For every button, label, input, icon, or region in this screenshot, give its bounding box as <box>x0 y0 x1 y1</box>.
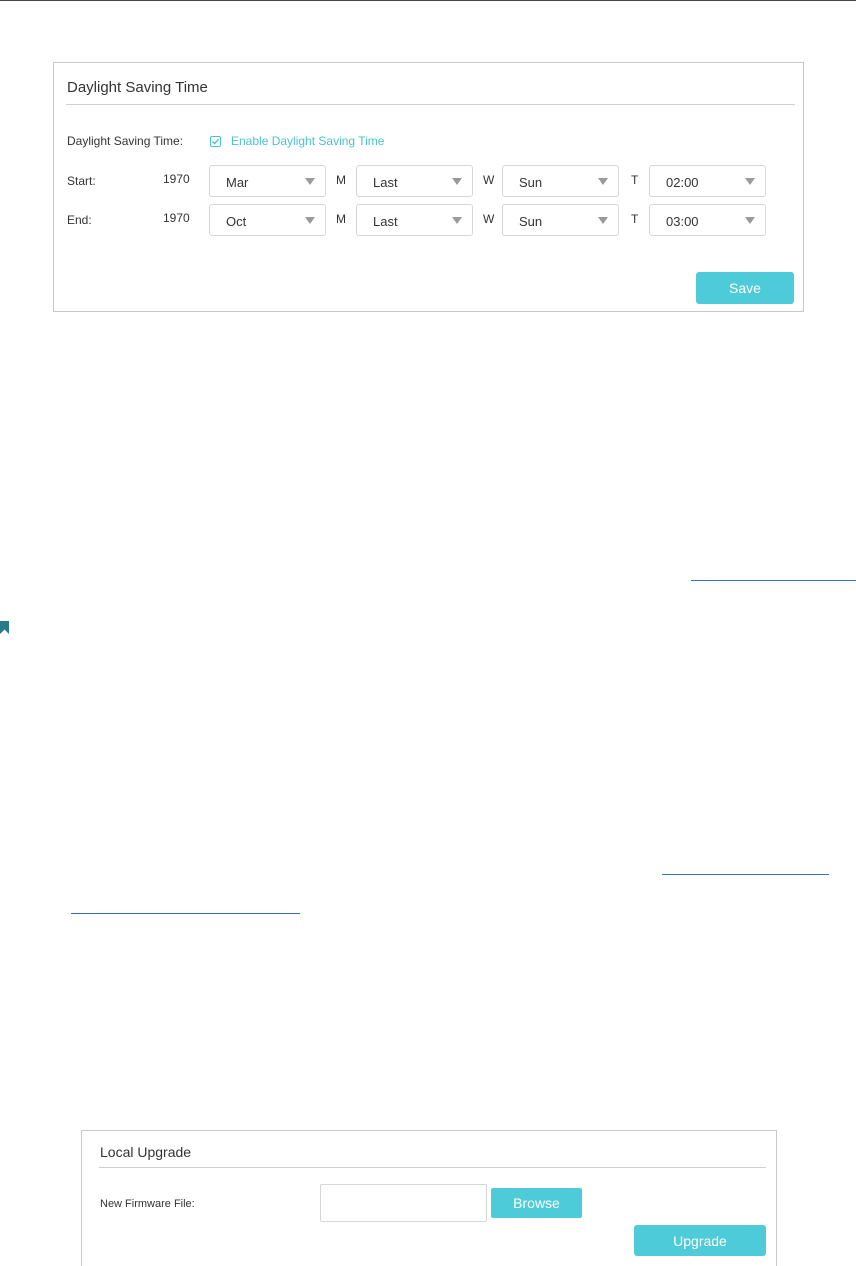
upgrade-panel: Local Upgrade New Firmware File: Browse … <box>81 1130 777 1266</box>
end-time-value: 03:00 <box>666 214 699 229</box>
start-week-select[interactable]: Last <box>356 165 473 197</box>
dropdown-arrow-icon <box>305 178 315 185</box>
dropdown-arrow-icon <box>452 217 462 224</box>
upgrade-panel-title: Local Upgrade <box>100 1144 192 1160</box>
end-year: 1970 <box>163 211 190 225</box>
dropdown-arrow-icon <box>745 217 755 224</box>
enable-dst-label[interactable]: Enable Daylight Saving Time <box>231 134 384 148</box>
enable-dst-checkbox[interactable] <box>210 136 221 147</box>
link-underline[interactable] <box>662 874 829 875</box>
dropdown-arrow-icon <box>305 217 315 224</box>
end-t-label: T <box>631 212 639 226</box>
dst-panel: Daylight Saving Time Daylight Saving Tim… <box>53 62 804 312</box>
dropdown-arrow-icon <box>598 217 608 224</box>
end-day-select[interactable]: Sun <box>502 204 619 236</box>
start-label: Start: <box>67 174 96 188</box>
end-time-select[interactable]: 03:00 <box>649 204 766 236</box>
end-week-value: Last <box>373 214 398 229</box>
upgrade-button[interactable]: Upgrade <box>634 1225 766 1256</box>
dropdown-arrow-icon <box>745 178 755 185</box>
bookmark-icon <box>0 621 9 634</box>
link-underline[interactable] <box>691 580 856 581</box>
end-day-value: Sun <box>519 214 543 229</box>
save-button[interactable]: Save <box>696 272 794 304</box>
dropdown-arrow-icon <box>598 178 608 185</box>
checkmark-icon <box>212 138 220 145</box>
end-m-label: M <box>336 212 346 226</box>
start-day-select[interactable]: Sun <box>502 165 619 197</box>
page-top-rule <box>0 0 856 1</box>
start-week-value: Last <box>373 175 398 190</box>
start-w-label: W <box>483 173 495 187</box>
dst-panel-title: Daylight Saving Time <box>67 79 208 96</box>
end-month-value: Oct <box>226 214 247 229</box>
end-label: End: <box>67 213 92 227</box>
start-month-value: Mar <box>226 175 249 190</box>
end-w-label: W <box>483 212 495 226</box>
dst-label: Daylight Saving Time: <box>67 134 184 148</box>
start-time-select[interactable]: 02:00 <box>649 165 766 197</box>
firmware-file-label: New Firmware File: <box>100 1198 195 1210</box>
end-week-select[interactable]: Last <box>356 204 473 236</box>
firmware-file-input[interactable] <box>320 1184 487 1222</box>
link-underline[interactable] <box>71 913 300 914</box>
start-m-label: M <box>336 173 346 187</box>
start-t-label: T <box>631 173 639 187</box>
start-time-value: 02:00 <box>666 175 699 190</box>
end-month-select[interactable]: Oct <box>209 204 326 236</box>
dropdown-arrow-icon <box>452 178 462 185</box>
start-month-select[interactable]: Mar <box>209 165 326 197</box>
dst-panel-divider <box>66 104 795 105</box>
start-year: 1970 <box>163 172 190 186</box>
upgrade-panel-divider <box>99 1167 766 1168</box>
start-day-value: Sun <box>519 175 543 190</box>
browse-button[interactable]: Browse <box>491 1188 582 1218</box>
